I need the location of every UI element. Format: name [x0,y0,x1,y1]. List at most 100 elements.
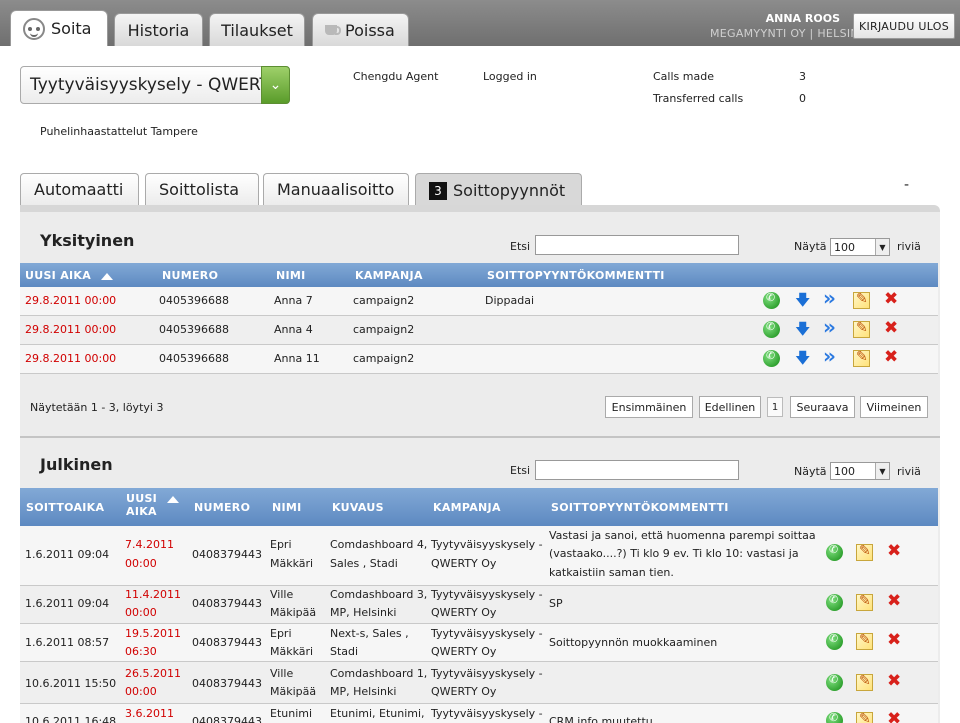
header-kampanja[interactable]: KAMPANJA [355,269,423,282]
pager-last-button[interactable]: Viimeinen [860,396,928,418]
calls-made-label: Calls made [653,70,714,83]
comment: Dippadai [485,294,535,307]
table-row[interactable]: 1.6.2011 09:04 11.4.2011 00:00 040837944… [20,586,938,624]
header-numero[interactable]: NUMERO [194,501,250,514]
agent-name: Chengdu Agent [353,70,439,83]
public-rows-label: riviä [897,465,921,478]
phone-icon[interactable] [826,632,843,650]
edit-icon[interactable] [856,543,873,561]
private-page-size-select[interactable]: 100 ▼ [830,238,890,256]
pager-page-number[interactable]: 1 [767,397,783,417]
new-time: 00:00 [125,685,157,698]
tab-manuaalisoitto[interactable]: Manuaalisoitto [263,173,409,205]
pager-prev-button[interactable]: Edellinen [699,396,761,418]
name-first: Epri [270,627,292,640]
header-nimi[interactable]: NIMI [272,501,302,514]
delete-icon[interactable] [886,630,903,650]
call-time: 10.6.2011 15:50 [25,677,117,690]
number: 0405396688 [159,294,229,307]
name: Anna 11 [274,352,320,365]
header-kuvaus[interactable]: KUVAUS [332,501,384,514]
tab-poissa[interactable]: Poissa [312,13,409,46]
tab-automaatti[interactable]: Automaatti [20,173,139,205]
header-uusi-aika[interactable]: UUSI AIKA [25,269,114,282]
private-table-header: UUSI AIKA NUMERO NIMI KAMPANJA SOITTOPYY… [20,263,938,287]
tab-soittopyynnot[interactable]: 3 Soittopyynnöt [415,173,582,207]
new-time: 29.8.2011 00:00 [25,323,117,336]
tab-soittolista[interactable]: Soittolista [145,173,259,205]
dash: - [904,177,910,193]
private-search-input[interactable] [535,235,739,255]
delete-icon[interactable] [883,347,900,367]
pager-first-button[interactable]: Ensimmäinen [605,396,693,418]
arrow-down-icon[interactable] [793,348,810,373]
phone-icon[interactable] [763,320,780,338]
edit-icon[interactable] [856,632,873,650]
public-title: Julkinen [40,455,113,474]
forward-icon[interactable] [823,286,840,310]
tab-historia[interactable]: Historia [114,13,203,46]
phone-icon[interactable] [763,291,780,309]
table-row[interactable]: 29.8.2011 00:00 0405396688 Anna 4 campai… [20,315,938,345]
phone-icon[interactable] [826,543,843,561]
name-last: Mäkipää [270,685,317,698]
forward-icon[interactable] [823,315,840,339]
number: 0405396688 [159,323,229,336]
new-time: 00:00 [125,557,157,570]
header-kampanja[interactable]: KAMPANJA [433,501,501,514]
public-search-input[interactable] [535,460,739,480]
edit-icon[interactable] [853,320,870,338]
logout-button[interactable]: KIRJAUDU ULOS [853,13,955,39]
delete-icon[interactable] [886,709,903,723]
delete-icon[interactable] [886,671,903,691]
tab-tilaukset[interactable]: Tilaukset [209,13,305,46]
table-row[interactable]: 1.6.2011 08:57 19.5.2011 06:30 040837944… [20,624,938,662]
header-kommentti[interactable]: SOITTOPYYNTÖKOMMENTTI [551,501,729,514]
new-date: 7.4.2011 [125,538,174,551]
campaign-select[interactable]: Tyytyväisyyskysely - QWERTY Oy [20,66,290,104]
phone-icon[interactable] [826,711,843,723]
campaign: campaign2 [353,323,415,336]
table-row[interactable]: 29.8.2011 00:00 0405396688 Anna 11 campa… [20,344,938,374]
delete-icon[interactable] [883,318,900,338]
edit-icon[interactable] [856,593,873,611]
comment-3: katkaistiin saman tien. [549,566,674,579]
edit-icon[interactable] [856,673,873,691]
delete-icon[interactable] [886,591,903,611]
new-time: 00:00 [125,606,157,619]
forward-icon[interactable] [823,344,840,368]
delete-icon[interactable] [883,289,900,309]
desc-2: MP, Helsinki [330,685,397,698]
header-soittoaika[interactable]: SOITTOAIKA [26,501,104,514]
new-date: 26.5.2011 [125,667,181,680]
table-row[interactable]: 10.6.2011 16:48 3.6.2011 0408379443 Etun… [20,704,938,723]
number: 0408379443 [192,597,262,610]
chevron-down-icon[interactable]: ⌄ [261,66,290,104]
campaign-2: QWERTY Oy [431,645,497,658]
number: 0408379443 [192,677,262,690]
public-search-label: Etsi [510,464,531,477]
header-uusi-aika[interactable]: UUSI AIKA [126,492,180,518]
phone-icon[interactable] [763,349,780,367]
public-page-size-select[interactable]: 100 ▼ [830,462,890,480]
tab-soita[interactable]: Soita [10,10,108,46]
phone-icon[interactable] [826,593,843,611]
table-row[interactable]: 1.6.2011 09:04 7.4.2011 00:00 0408379443… [20,526,938,586]
table-row[interactable]: 10.6.2011 15:50 26.5.2011 00:00 04083794… [20,662,938,704]
new-time: 29.8.2011 00:00 [25,352,117,365]
phone-icon[interactable] [826,673,843,691]
campaign-1: Tyytyväisyyskysely - [431,588,543,601]
edit-icon[interactable] [853,349,870,367]
delete-icon[interactable] [886,541,903,561]
header-kommentti[interactable]: SOITTOPYYNTÖKOMMENTTI [487,269,665,282]
header-numero[interactable]: NUMERO [162,269,218,282]
edit-icon[interactable] [856,711,873,723]
table-row[interactable]: 29.8.2011 00:00 0405396688 Anna 7 campai… [20,286,938,316]
private-search-label: Etsi [510,240,531,253]
arrow-down-icon[interactable] [793,319,810,344]
campaign-1: Tyytyväisyyskysely - [431,667,543,680]
pager-next-button[interactable]: Seuraava [790,396,855,418]
header-nimi[interactable]: NIMI [276,269,306,282]
edit-icon[interactable] [853,291,870,309]
arrow-down-icon[interactable] [793,290,810,315]
